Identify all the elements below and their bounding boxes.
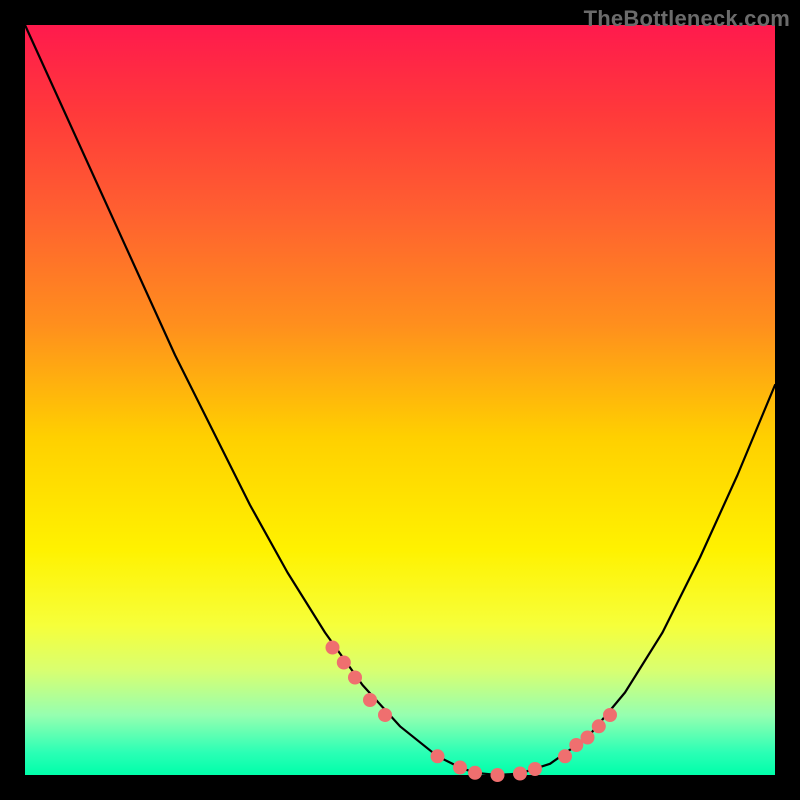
data-dot xyxy=(513,767,527,781)
data-dot xyxy=(363,693,377,707)
data-dot xyxy=(491,768,505,782)
data-dot xyxy=(326,641,340,655)
data-dot xyxy=(431,749,445,763)
data-dots xyxy=(326,641,618,783)
chart-frame: TheBottleneck.com xyxy=(0,0,800,800)
data-dot xyxy=(528,762,542,776)
bottleneck-curve xyxy=(25,25,775,775)
curve-path xyxy=(25,25,775,775)
data-dot xyxy=(348,671,362,685)
data-dot xyxy=(558,749,572,763)
data-dot xyxy=(468,766,482,780)
data-dot xyxy=(337,656,351,670)
chart-svg xyxy=(0,0,800,800)
data-dot xyxy=(378,708,392,722)
data-dot xyxy=(581,731,595,745)
data-dot xyxy=(603,708,617,722)
data-dot xyxy=(592,719,606,733)
data-dot xyxy=(453,761,467,775)
